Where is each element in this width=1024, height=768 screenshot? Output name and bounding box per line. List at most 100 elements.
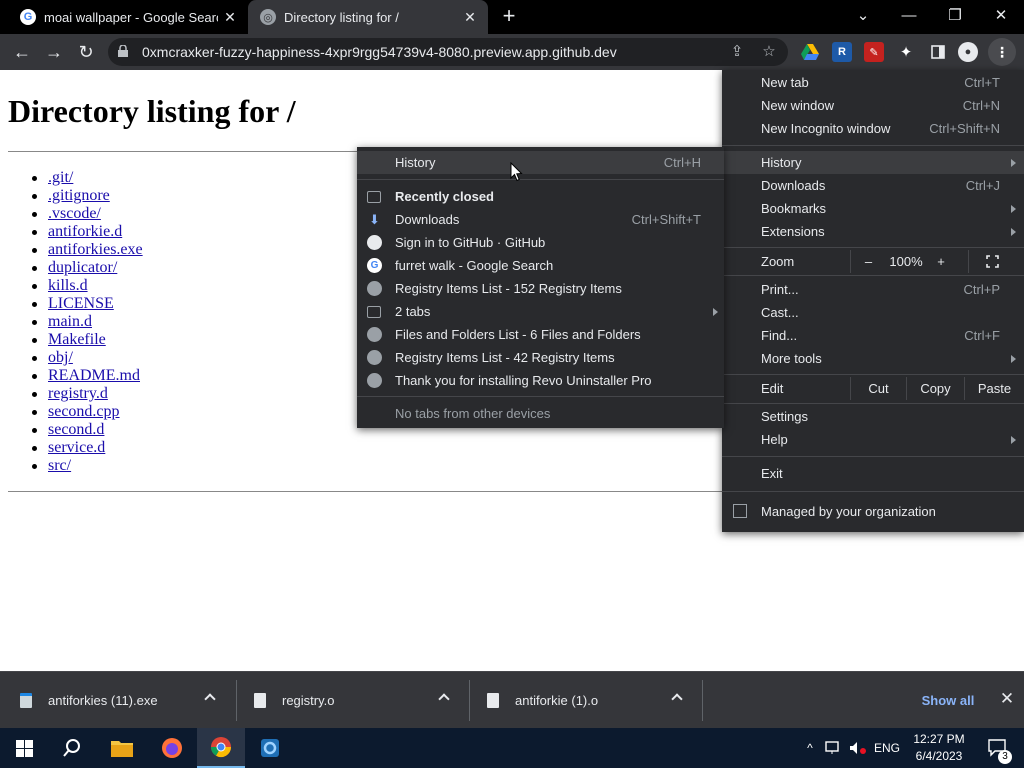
clock-time: 12:27 PM <box>913 732 965 746</box>
file-link[interactable]: src/ <box>48 457 71 474</box>
share-icon[interactable]: ⇪ <box>726 42 748 62</box>
minimize-button[interactable]: — <box>886 0 932 30</box>
extension-r-icon[interactable]: R <box>832 42 852 62</box>
menu-item-new-incognito[interactable]: New Incognito window Ctrl+Shift+N <box>722 117 1024 140</box>
show-all-button[interactable]: Show all <box>912 688 984 712</box>
file-link[interactable]: antiforkies.exe <box>48 241 143 258</box>
close-window-button[interactable]: ✕ <box>978 0 1024 30</box>
address-bar[interactable]: 0xmcraxker-fuzzy-happiness-4xpr9rgg54739… <box>108 38 788 66</box>
history-item-github[interactable]: Sign in to GitHub · GitHub <box>357 231 724 254</box>
menu-item-print[interactable]: Print... Ctrl+P <box>722 278 1024 301</box>
menu-item-history[interactable]: History <box>722 151 1024 174</box>
menu-item-help[interactable]: Help <box>722 428 1024 451</box>
menu-item-cast[interactable]: Cast... <box>722 301 1024 324</box>
close-icon[interactable]: ✕ <box>218 9 242 26</box>
file-link[interactable]: LICENSE <box>48 295 114 312</box>
menu-item-new-window[interactable]: New window Ctrl+N <box>722 94 1024 117</box>
bookmark-star-icon[interactable]: ☆ <box>758 42 780 62</box>
file-list-item: .gitignore <box>32 187 143 205</box>
download-item[interactable]: antiforkie (1).o <box>467 672 700 729</box>
start-button[interactable] <box>0 728 48 768</box>
history-item-files-folders[interactable]: Files and Folders List - 6 Files and Fol… <box>357 323 724 346</box>
history-item-registry-152[interactable]: Registry Items List - 152 Registry Items <box>357 277 724 300</box>
google-drive-icon[interactable] <box>800 42 820 62</box>
file-link[interactable]: antiforkie.d <box>48 223 122 240</box>
chevron-up-icon[interactable] <box>204 693 216 705</box>
menu-item-bookmarks[interactable]: Bookmarks <box>722 197 1024 220</box>
menu-item-managed[interactable]: Managed by your organization <box>722 500 1024 523</box>
profile-avatar-icon[interactable]: ● <box>958 42 978 62</box>
file-link[interactable]: registry.d <box>48 385 108 402</box>
file-link[interactable]: duplicator/ <box>48 259 117 276</box>
clock[interactable]: 12:27 PM 6/4/2023 <box>904 731 974 765</box>
volume-muted-icon[interactable] <box>846 728 870 768</box>
menu-item-downloads[interactable]: Downloads Ctrl+J <box>722 174 1024 197</box>
puzzle-icon[interactable]: ✦ <box>896 42 916 62</box>
download-item[interactable]: antiforkies (11).exe <box>0 672 233 729</box>
file-link[interactable]: second.cpp <box>48 403 120 420</box>
cut-button[interactable]: Cut <box>850 377 906 400</box>
forward-button[interactable]: → <box>40 38 68 66</box>
tab-search-button[interactable]: ⌄ <box>840 0 886 30</box>
paste-button[interactable]: Paste <box>964 377 1024 400</box>
language-indicator[interactable]: ENG <box>872 728 902 768</box>
history-item-registry-42[interactable]: Registry Items List - 42 Registry Items <box>357 346 724 369</box>
fullscreen-button[interactable] <box>968 250 1016 273</box>
history-item-google[interactable]: G furret walk - Google Search <box>357 254 724 277</box>
menu-label: Help <box>761 432 788 447</box>
menu-kebab-button[interactable]: ⋮ <box>988 38 1016 66</box>
file-link[interactable]: main.d <box>48 313 92 330</box>
file-link[interactable]: Makefile <box>48 331 106 348</box>
show-hidden-icons-button[interactable]: ^ <box>800 728 820 768</box>
file-list-item: .git/ <box>32 169 143 187</box>
file-link[interactable]: .vscode/ <box>48 205 101 222</box>
extension-red-icon[interactable]: ✎ <box>864 42 884 62</box>
file-link[interactable]: service.d <box>48 439 105 456</box>
file-list-item: Makefile <box>32 331 143 349</box>
restore-button[interactable]: ❐ <box>932 0 978 30</box>
search-button[interactable] <box>48 728 96 768</box>
copy-button[interactable]: Copy <box>906 377 964 400</box>
back-button[interactable]: ← <box>8 38 36 66</box>
tab-directory-listing[interactable]: ◎ Directory listing for / ✕ <box>248 0 488 34</box>
tab-google-search[interactable]: G moai wallpaper - Google Search ✕ <box>8 0 248 34</box>
download-item[interactable]: registry.o <box>234 672 467 729</box>
new-tab-button[interactable]: + <box>497 5 521 29</box>
chevron-up-icon[interactable] <box>438 693 450 705</box>
network-icon[interactable] <box>822 728 844 768</box>
chrome-icon <box>210 737 232 758</box>
history-item-revo[interactable]: Thank you for installing Revo Uninstalle… <box>357 369 724 392</box>
menu-item-settings[interactable]: Settings <box>722 405 1024 428</box>
reload-button[interactable]: ↻ <box>72 38 100 66</box>
submenu-arrow-icon <box>1011 435 1016 444</box>
history-item-history[interactable]: History Ctrl+H <box>357 151 724 174</box>
file-link[interactable]: .git/ <box>48 169 73 186</box>
close-shelf-button[interactable]: ✕ <box>996 688 1018 710</box>
file-icon <box>254 693 266 708</box>
menu-item-new-tab[interactable]: New tab Ctrl+T <box>722 71 1024 94</box>
close-icon[interactable]: ✕ <box>458 9 482 26</box>
menu-item-more-tools[interactable]: More tools <box>722 347 1024 370</box>
history-item-2-tabs[interactable]: 2 tabs <box>357 300 724 323</box>
file-link[interactable]: README.md <box>48 367 140 384</box>
file-list: .git/.gitignore .vscode/antiforkie.d antif… <box>32 169 143 475</box>
file-link[interactable]: kills.d <box>48 277 88 294</box>
app-button[interactable] <box>246 728 294 768</box>
side-panel-icon[interactable] <box>928 42 948 62</box>
file-link[interactable]: .gitignore <box>48 187 110 204</box>
menu-item-extensions[interactable]: Extensions <box>722 220 1024 243</box>
file-explorer-button[interactable] <box>98 728 146 768</box>
history-item-downloads[interactable]: ⬇ Downloads Ctrl+Shift+T <box>357 208 724 231</box>
file-link[interactable]: obj/ <box>48 349 73 366</box>
zoom-in-button[interactable]: + <box>926 250 956 273</box>
menu-item-find[interactable]: Find... Ctrl+F <box>722 324 1024 347</box>
file-list-item: antiforkie.d <box>32 223 143 241</box>
firefox-icon <box>162 738 182 758</box>
firefox-button[interactable] <box>148 728 196 768</box>
chrome-button[interactable] <box>197 728 245 768</box>
chevron-up-icon[interactable] <box>671 693 683 705</box>
notification-center-button[interactable]: 3 <box>978 728 1018 768</box>
menu-item-exit[interactable]: Exit <box>722 462 1024 485</box>
zoom-out-button[interactable]: – <box>850 250 886 273</box>
file-link[interactable]: second.d <box>48 421 104 438</box>
